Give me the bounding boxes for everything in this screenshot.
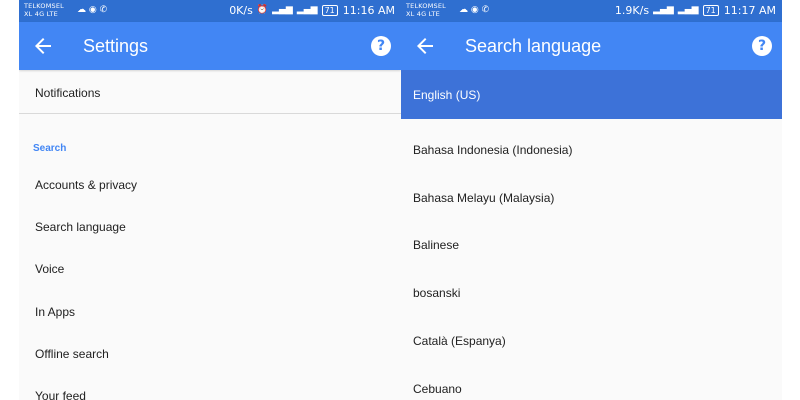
settings-item-search-language[interactable]: Search language bbox=[35, 220, 126, 235]
cloud-icon: ☁ bbox=[77, 5, 86, 15]
signal-icon-2: ▂▄▆ bbox=[296, 5, 318, 15]
help-button[interactable]: ? bbox=[752, 36, 772, 56]
help-icon: ? bbox=[757, 38, 767, 54]
section-header-search: Search bbox=[33, 143, 67, 154]
settings-screen: TELKOMSEL XL 4G LTE ☁ ◉ ✆ 0K/s ⏰ ▂▄▆ ▂▄▆… bbox=[19, 0, 401, 400]
back-button[interactable] bbox=[413, 34, 437, 58]
language-item-catala[interactable]: Català (Espanya) bbox=[413, 334, 506, 349]
help-icon: ? bbox=[376, 38, 386, 54]
app-bar: Settings ? bbox=[19, 22, 401, 70]
clock: 11:17 AM bbox=[723, 4, 776, 17]
language-item-bahasa-melayu[interactable]: Bahasa Melayu (Malaysia) bbox=[413, 191, 554, 206]
status-bar: TELKOMSEL XL 4G LTE ☁ ◉ ✆ 0K/s ⏰ ▂▄▆ ▂▄▆… bbox=[19, 0, 401, 22]
messenger-icon: ◉ bbox=[470, 5, 479, 15]
arrow-back-icon bbox=[35, 38, 51, 54]
settings-item-your-feed[interactable]: Your feed bbox=[35, 389, 86, 400]
arrow-back-icon bbox=[417, 38, 433, 54]
alarm-icon: ⏰ bbox=[256, 5, 269, 15]
divider bbox=[19, 113, 401, 114]
language-item-bahasa-indonesia[interactable]: Bahasa Indonesia (Indonesia) bbox=[413, 143, 572, 158]
language-item-selected[interactable]: English (US) bbox=[401, 70, 782, 119]
carrier-network: XL 4G LTE bbox=[406, 9, 440, 18]
battery-icon: 71 bbox=[321, 5, 338, 16]
network-speed: 0K/s bbox=[229, 4, 253, 17]
notification-icons: ☁ ◉ ✆ bbox=[459, 5, 489, 15]
cloud-icon: ☁ bbox=[459, 5, 468, 15]
carrier-info: TELKOMSEL XL 4G LTE bbox=[24, 2, 64, 18]
settings-list: Notifications Search Accounts & privacy … bbox=[19, 70, 401, 400]
carrier-info: TELKOMSEL XL 4G LTE bbox=[406, 2, 446, 18]
whatsapp-icon: ✆ bbox=[481, 5, 490, 15]
app-bar: Search language ? bbox=[401, 22, 782, 70]
whatsapp-icon: ✆ bbox=[99, 5, 108, 15]
status-right: 1.9K/s ▂▄▆ ▂▄▆ 71 11:17 AM bbox=[615, 4, 776, 17]
messenger-icon: ◉ bbox=[88, 5, 97, 15]
settings-item-voice[interactable]: Voice bbox=[35, 262, 64, 277]
network-speed: 1.9K/s bbox=[614, 4, 650, 17]
settings-item-notifications[interactable]: Notifications bbox=[35, 86, 100, 101]
settings-item-in-apps[interactable]: In Apps bbox=[35, 305, 75, 320]
help-button[interactable]: ? bbox=[371, 36, 391, 56]
notification-icons: ☁ ◉ ✆ bbox=[77, 5, 107, 15]
status-right: 0K/s ⏰ ▂▄▆ ▂▄▆ 71 11:16 AM bbox=[229, 4, 395, 17]
language-item-balinese[interactable]: Balinese bbox=[413, 238, 459, 253]
clock: 11:16 AM bbox=[342, 4, 395, 17]
back-button[interactable] bbox=[31, 34, 55, 58]
status-bar: TELKOMSEL XL 4G LTE ☁ ◉ ✆ 1.9K/s ▂▄▆ ▂▄▆… bbox=[401, 0, 782, 22]
language-item-bosanski[interactable]: bosanski bbox=[413, 286, 460, 301]
signal-icon: ▂▄▆ bbox=[653, 5, 674, 15]
signal-icon-2: ▂▄▆ bbox=[677, 5, 699, 15]
language-label: English (US) bbox=[413, 88, 481, 102]
language-list: English (US) Bahasa Indonesia (Indonesia… bbox=[401, 70, 782, 400]
page-title: Search language bbox=[465, 36, 602, 56]
language-item-cebuano[interactable]: Cebuano bbox=[413, 382, 462, 397]
carrier-network: XL 4G LTE bbox=[24, 9, 58, 18]
search-language-screen: TELKOMSEL XL 4G LTE ☁ ◉ ✆ 1.9K/s ▂▄▆ ▂▄▆… bbox=[401, 0, 782, 400]
settings-item-offline-search[interactable]: Offline search bbox=[35, 347, 109, 362]
battery-icon: 71 bbox=[702, 5, 719, 16]
page-title: Settings bbox=[83, 36, 149, 56]
settings-item-accounts-privacy[interactable]: Accounts & privacy bbox=[35, 178, 137, 193]
signal-icon: ▂▄▆ bbox=[272, 5, 293, 15]
